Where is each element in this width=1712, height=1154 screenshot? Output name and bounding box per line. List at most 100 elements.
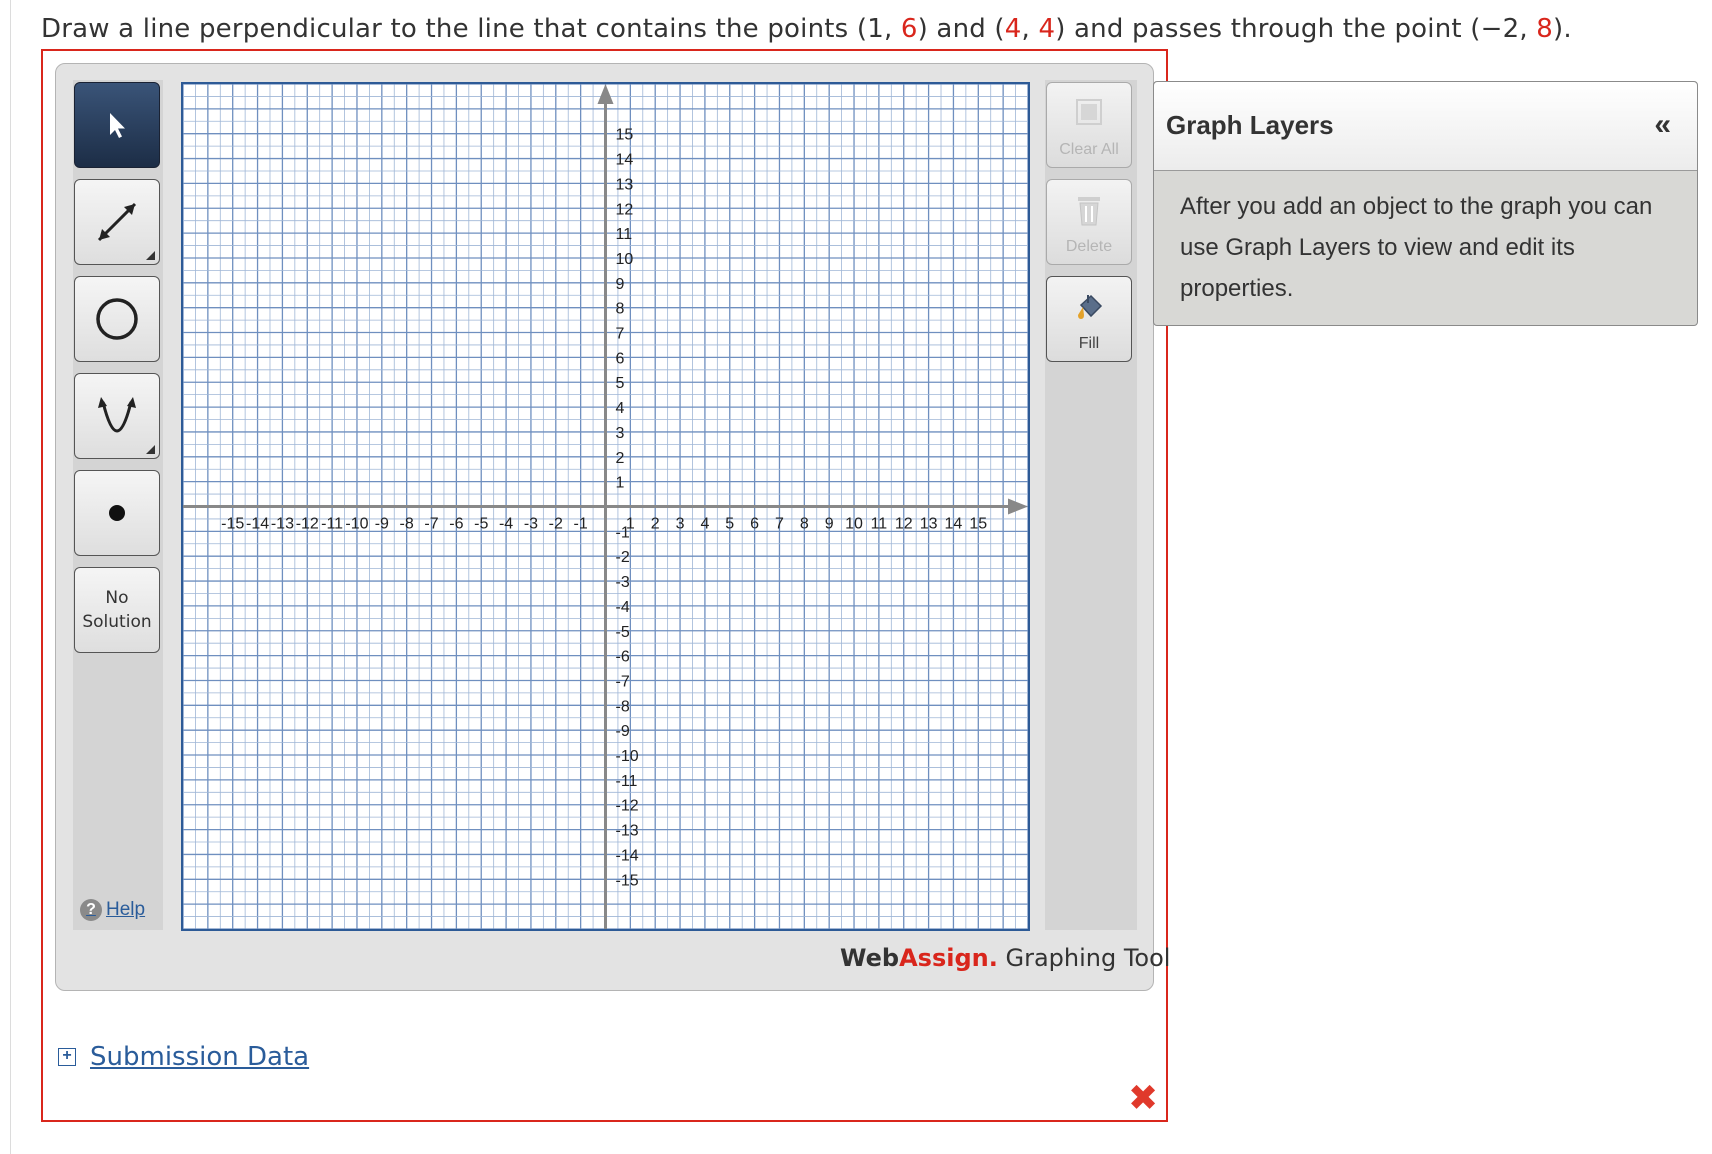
- pointer-tool-button[interactable]: [74, 82, 160, 168]
- x-tick-label: 12: [895, 516, 913, 533]
- graph-layers-title: Graph Layers: [1166, 110, 1334, 140]
- y-tick-label: 10: [616, 251, 634, 268]
- x-tick-label: -9: [375, 516, 389, 533]
- x-tick-label: -13: [271, 516, 294, 533]
- no-solution-button[interactable]: No Solution: [74, 567, 160, 653]
- pointer-icon: [110, 113, 125, 138]
- no-solution-label-line2: Solution: [82, 612, 152, 632]
- graph-layers-header: Graph Layers «: [1154, 82, 1697, 171]
- y-tick-label: -14: [616, 847, 639, 864]
- point-dot-icon: [109, 505, 125, 521]
- point-tool-button[interactable]: [74, 470, 160, 556]
- fill-button[interactable]: Fill: [1046, 276, 1132, 362]
- y-tick-label: -4: [616, 599, 630, 616]
- y-tick-label: 13: [616, 176, 634, 193]
- circle-icon: [96, 298, 138, 340]
- x-tick-label: 5: [725, 516, 734, 533]
- y-axis-arrow: [597, 84, 614, 104]
- no-solution-label-line1: No: [105, 588, 129, 608]
- x-tick-label: 4: [700, 516, 709, 533]
- clear-all-button[interactable]: Clear All: [1046, 82, 1132, 168]
- parabola-icon: [98, 397, 136, 433]
- y-tick-label: 8: [616, 301, 625, 318]
- x-tick-label: 3: [676, 516, 685, 533]
- clear-all-icon: [1076, 99, 1102, 125]
- x-tick-label: -12: [296, 516, 319, 533]
- x-tick-label: -14: [246, 516, 269, 533]
- help-label: Help: [106, 899, 146, 920]
- x-tick-label: 6: [750, 516, 759, 533]
- x-tick-label: 14: [945, 516, 963, 533]
- graph-layers-description: After you add an object to the graph you…: [1180, 193, 1653, 302]
- submission-data-link[interactable]: Submission Data: [90, 1042, 309, 1072]
- y-tick-label: 11: [616, 226, 633, 243]
- x-tick-label: 13: [920, 516, 938, 533]
- y-tick-label: 6: [616, 350, 625, 367]
- paint-bucket-icon: [1078, 294, 1103, 319]
- y-tick-label: 14: [616, 152, 634, 169]
- x-axis-arrow: [1008, 498, 1028, 515]
- y-tick-label: 7: [616, 326, 625, 343]
- y-tick-label: -13: [616, 823, 639, 840]
- x-tick-label: -8: [400, 516, 414, 533]
- coordinate-plane[interactable]: -15-15-14-14-13-13-12-12-11-11-10-10-9-9…: [183, 84, 1028, 929]
- graph-layers-panel: Graph Layers « After you add an object t…: [1153, 81, 1698, 326]
- x-tick-label: 10: [845, 516, 863, 533]
- x-tick-label: -1: [574, 516, 588, 533]
- delete-label: Delete: [1065, 238, 1113, 255]
- y-tick-label: 5: [616, 375, 625, 392]
- y-tick-label: -5: [616, 624, 630, 641]
- collapse-chevron-icon[interactable]: «: [1654, 108, 1671, 142]
- fill-label: Fill: [1078, 335, 1100, 352]
- tool-options-corner: [146, 251, 155, 260]
- parabola-tool-button[interactable]: [74, 373, 160, 459]
- x-tick-label: -5: [474, 516, 488, 533]
- x-tick-label: -4: [499, 516, 513, 533]
- y-tick-label: -6: [616, 649, 630, 666]
- y-tick-label: -12: [616, 798, 639, 815]
- y-tick-label: -15: [616, 872, 639, 889]
- line-arrow-icon: [97, 202, 137, 242]
- y-tick-label: 4: [616, 400, 625, 417]
- x-tick-label: -3: [524, 516, 538, 533]
- incorrect-x-icon: ✖: [1128, 1078, 1159, 1119]
- x-tick-label: -7: [424, 516, 438, 533]
- help-link[interactable]: ? Help: [80, 899, 145, 921]
- delete-button[interactable]: Delete: [1046, 179, 1132, 265]
- circle-tool-button[interactable]: [74, 276, 160, 362]
- x-tick-label: 9: [825, 516, 834, 533]
- y-tick-label: 12: [616, 201, 634, 218]
- x-tick-label: -6: [449, 516, 463, 533]
- page-left-rule: [10, 0, 11, 1154]
- y-tick-label: -2: [616, 549, 630, 566]
- x-tick-label: 15: [969, 516, 987, 533]
- trash-icon: [1078, 197, 1100, 226]
- y-tick-label: -8: [616, 698, 630, 715]
- x-tick-label: 1: [626, 516, 635, 533]
- y-tick-label: 9: [616, 276, 625, 293]
- y-tick-label: -10: [616, 748, 639, 765]
- y-tick-label: 3: [616, 425, 625, 442]
- y-tick-label: 15: [616, 127, 634, 144]
- expand-plus-icon[interactable]: +: [58, 1048, 76, 1066]
- y-tick-label: -9: [616, 723, 630, 740]
- x-tick-label: -2: [549, 516, 563, 533]
- submission-data-toggle[interactable]: + Submission Data: [58, 1042, 309, 1072]
- clear-all-label: Clear All: [1059, 141, 1119, 158]
- y-tick-label: 1: [616, 475, 625, 492]
- help-question-icon: ?: [80, 899, 102, 921]
- y-tick-label: -11: [616, 773, 638, 790]
- x-tick-label: 8: [800, 516, 809, 533]
- x-tick-label: -10: [345, 516, 368, 533]
- y-tick-label: -7: [616, 673, 630, 690]
- x-tick-label: -15: [221, 516, 244, 533]
- y-tick-label: 2: [616, 450, 625, 467]
- line-tool-button[interactable]: [74, 179, 160, 265]
- x-tick-label: 7: [775, 516, 784, 533]
- x-tick-label: 11: [871, 516, 888, 533]
- y-tick-label: -3: [616, 574, 630, 591]
- webassign-brand: WebAssign. Graphing Tool: [840, 944, 1171, 972]
- question-text: Draw a line perpendicular to the line th…: [41, 14, 1572, 44]
- graph-canvas[interactable]: -15 -15 -14 -14 -13 -13 -12 -12 -11 -11 -10 -10 -9 -9…: [181, 82, 1030, 931]
- tool-options-corner: [146, 445, 155, 454]
